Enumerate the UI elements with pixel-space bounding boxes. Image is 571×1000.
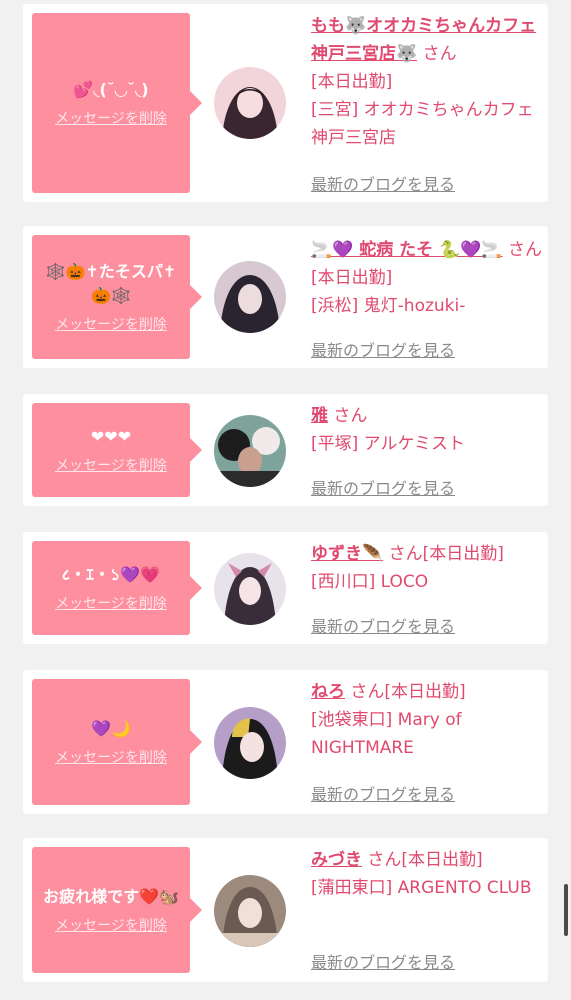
message-bubble: お疲れ様です❤️🐿️ メッセージを削除 bbox=[32, 847, 202, 973]
delete-message-link[interactable]: メッセージを削除 bbox=[55, 108, 167, 128]
latest-blog-link[interactable]: 最新のブログを見る bbox=[311, 337, 455, 361]
honorific: さん bbox=[333, 406, 368, 426]
shop-location: [三宮] オオカミちゃんカフェ神戸三宮店 bbox=[311, 100, 534, 148]
list-item: 💜🌙 メッセージを削除 ねろ さん[本日出勤] [池袋東口] Mary of N… bbox=[23, 670, 548, 814]
delete-message-link[interactable]: メッセージを削除 bbox=[55, 747, 167, 767]
latest-blog-link[interactable]: 最新のブログを見る bbox=[311, 949, 455, 973]
message-text: 💕◟(˘◡˘◟) bbox=[73, 80, 149, 99]
list-item: お疲れ様です❤️🐿️ メッセージを削除 みづき さん[本日出勤] [蒲田東口] … bbox=[23, 838, 548, 982]
cast-name-link[interactable]: ゆずき🪶 bbox=[311, 544, 383, 564]
shop-location: [西川口] LOCO bbox=[311, 572, 429, 592]
message-text: 💜🌙 bbox=[91, 719, 131, 738]
status-badge: [本日出勤] bbox=[401, 850, 483, 870]
cast-info: ゆずき🪶 さん[本日出勤] [西川口] LOCO bbox=[311, 540, 543, 596]
cast-name-link[interactable]: 🚬💜 蛇病 たそ 🐍💜🚬 bbox=[311, 240, 503, 260]
message-bubble: 💜🌙 メッセージを削除 bbox=[32, 679, 202, 805]
list-item: 🕸️🎃✝たそスパ✝🎃🕸️ メッセージを削除 🚬💜 蛇病 たそ 🐍💜🚬 さん [本日… bbox=[23, 226, 548, 368]
cast-name-link[interactable]: 雅 bbox=[311, 406, 328, 426]
delete-message-link[interactable]: メッセージを削除 bbox=[55, 915, 167, 935]
list-item: ❤❤❤ メッセージを削除 雅 さん [平塚] アルケミスト 最新のブログを見る bbox=[23, 394, 548, 506]
message-text: ❤❤❤ bbox=[90, 427, 132, 446]
delete-message-link[interactable]: メッセージを削除 bbox=[55, 314, 167, 334]
latest-blog-link[interactable]: 最新のブログを見る bbox=[311, 613, 455, 637]
cast-info: 雅 さん [平塚] アルケミスト bbox=[311, 402, 543, 458]
cast-info: みづき さん[本日出勤] [蒲田東口] ARGENTO CLUB bbox=[311, 846, 543, 902]
status-badge: [本日出勤] bbox=[311, 72, 393, 92]
message-text: 🕸️🎃✝たそスパ✝🎃🕸️ bbox=[45, 262, 177, 305]
message-text: お疲れ様です❤️🐿️ bbox=[43, 887, 179, 906]
cast-info: もも🐺オオカミちゃんカフェ神戸三宮店🐺 さん [本日出勤] [三宮] オオカミち… bbox=[311, 12, 543, 152]
latest-blog-link[interactable]: 最新のブログを見る bbox=[311, 781, 455, 805]
list-item: ८・ｴ・১💜💗 メッセージを削除 ゆずき🪶 さん[本日出勤] [西川口] LOC… bbox=[23, 532, 548, 644]
shop-location: [蒲田東口] ARGENTO CLUB bbox=[311, 878, 532, 898]
status-badge: [本日出勤] bbox=[384, 682, 466, 702]
honorific: さん bbox=[388, 544, 423, 564]
message-bubble: ८・ｴ・১💜💗 メッセージを削除 bbox=[32, 541, 202, 635]
avatar[interactable] bbox=[214, 415, 286, 487]
message-text: ८・ｴ・১💜💗 bbox=[61, 565, 161, 584]
cast-info: ねろ さん[本日出勤] [池袋東口] Mary of NIGHTMARE bbox=[311, 678, 543, 762]
cast-name-link[interactable]: ねろ bbox=[311, 682, 345, 702]
avatar[interactable] bbox=[214, 553, 286, 625]
delete-message-link[interactable]: メッセージを削除 bbox=[55, 593, 167, 613]
status-badge: [本日出勤] bbox=[422, 544, 504, 564]
cast-info: 🚬💜 蛇病 たそ 🐍💜🚬 さん [本日出勤] [浜松] 鬼灯-hozuki- bbox=[311, 236, 543, 320]
avatar[interactable] bbox=[214, 875, 286, 947]
honorific: さん bbox=[367, 850, 402, 870]
message-bubble: ❤❤❤ メッセージを削除 bbox=[32, 403, 202, 497]
shop-location: [平塚] アルケミスト bbox=[311, 434, 465, 454]
cast-name-link[interactable]: みづき bbox=[311, 850, 362, 870]
avatar[interactable] bbox=[214, 261, 286, 333]
status-badge: [本日出勤] bbox=[311, 268, 393, 288]
scrollbar[interactable] bbox=[564, 884, 568, 936]
latest-blog-link[interactable]: 最新のブログを見る bbox=[311, 475, 455, 499]
avatar[interactable] bbox=[214, 707, 286, 779]
honorific: さん bbox=[422, 44, 457, 64]
shop-location: [池袋東口] Mary of NIGHTMARE bbox=[311, 710, 462, 758]
honorific: さん bbox=[508, 240, 542, 260]
delete-message-link[interactable]: メッセージを削除 bbox=[55, 455, 167, 475]
message-bubble: 🕸️🎃✝たそスパ✝🎃🕸️ メッセージを削除 bbox=[32, 235, 202, 359]
latest-blog-link[interactable]: 最新のブログを見る bbox=[311, 171, 455, 195]
message-bubble: 💕◟(˘◡˘◟) メッセージを削除 bbox=[32, 13, 202, 193]
avatar[interactable] bbox=[214, 67, 286, 139]
list-item: 💕◟(˘◡˘◟) メッセージを削除 もも🐺オオカミちゃんカフェ神戸三宮店🐺 さん… bbox=[23, 4, 548, 202]
honorific: さん bbox=[350, 682, 385, 702]
shop-location: [浜松] 鬼灯-hozuki- bbox=[311, 296, 466, 316]
